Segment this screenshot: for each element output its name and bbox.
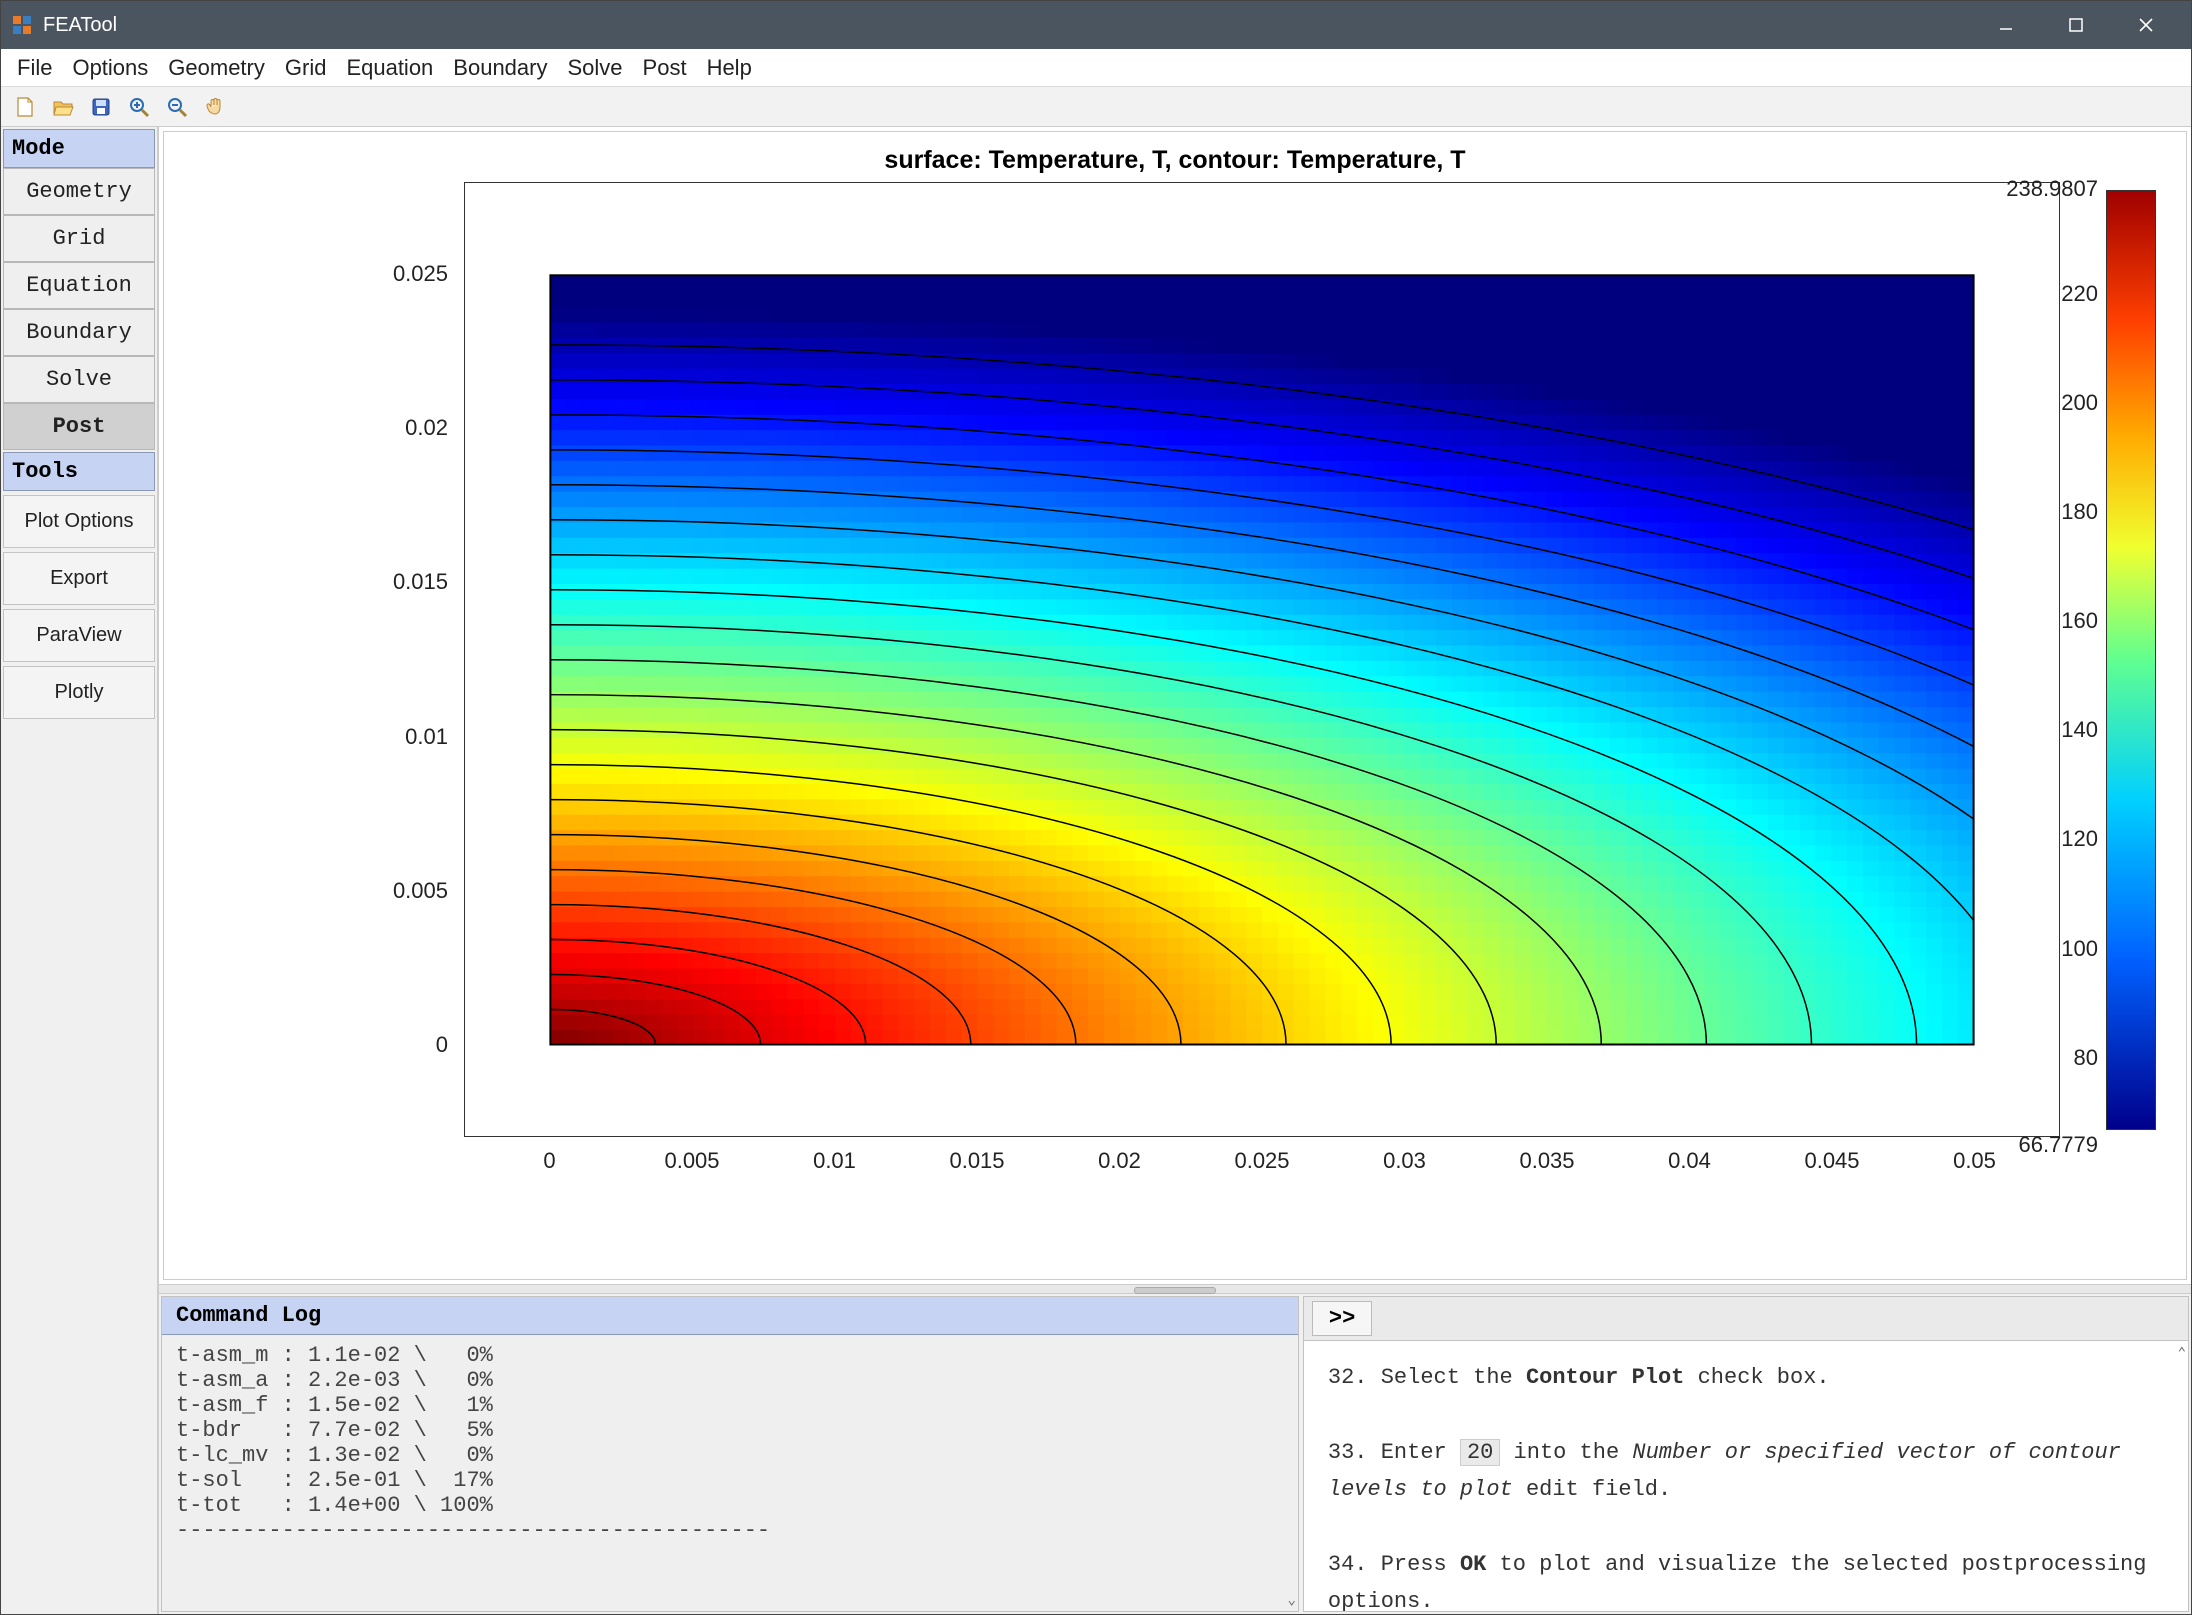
tools-header: Tools [3, 452, 155, 491]
plot-title: surface: Temperature, T, contour: Temper… [164, 146, 2186, 175]
pan-icon[interactable] [197, 91, 233, 123]
colorbar-tick-label: 140 [2061, 717, 2098, 743]
scroll-up-icon[interactable]: ⌃ [2178, 1343, 2186, 1367]
toolbar [1, 87, 2191, 127]
y-axis-labels: 0 0.005 0.01 0.015 0.02 0.025 [344, 182, 454, 1137]
main-area: Mode Geometry Grid Equation Boundary Sol… [1, 127, 2191, 1614]
content-column: surface: Temperature, T, contour: Temper… [159, 127, 2191, 1614]
menu-bar: File Options Geometry Grid Equation Boun… [1, 49, 2191, 87]
help-step-32: 32. Select the Contour Plot check box. [1328, 1359, 2164, 1396]
x-tick-label: 0.015 [949, 1148, 1004, 1174]
x-tick-label: 0.045 [1804, 1148, 1859, 1174]
help-panel: >> ⌃ 32. Select the Contour Plot check b… [1303, 1296, 2189, 1612]
help-step-34: 34. Press OK to plot and visualize the s… [1328, 1546, 2164, 1611]
help-step-33: 33. Enter 20 into the Number or specifie… [1328, 1434, 2164, 1509]
app-icon [11, 14, 33, 36]
y-tick-label: 0.01 [405, 724, 448, 750]
colorbar-tick-label: 80 [2074, 1045, 2098, 1071]
colorbar-max: 238.9807 [2006, 176, 2098, 202]
tool-export[interactable]: Export [3, 552, 155, 605]
colorbar-tick-label: 100 [2061, 936, 2098, 962]
zoom-out-icon[interactable] [159, 91, 195, 123]
menu-grid[interactable]: Grid [275, 51, 337, 85]
open-file-icon[interactable] [45, 91, 81, 123]
x-tick-label: 0.01 [813, 1148, 856, 1174]
x-tick-label: 0.05 [1953, 1148, 1996, 1174]
mode-header: Mode [3, 129, 155, 168]
x-tick-label: 0.02 [1098, 1148, 1141, 1174]
x-axis-labels: 0 0.005 0.01 0.015 0.02 0.025 0.03 0.035 0.04 0.0… [464, 1142, 2060, 1182]
x-tick-label: 0.03 [1383, 1148, 1426, 1174]
menu-file[interactable]: File [7, 51, 62, 85]
x-tick-label: 0.035 [1519, 1148, 1574, 1174]
command-log-panel: Command Log t-asm_m : 1.1e-02 \ 0% t-asm… [161, 1296, 1299, 1612]
tool-plot-options[interactable]: Plot Options [3, 495, 155, 548]
app-title: FEATool [43, 14, 1971, 37]
bottom-panels: Command Log t-asm_m : 1.1e-02 \ 0% t-asm… [159, 1294, 2191, 1614]
y-tick-label: 0.02 [405, 415, 448, 441]
mode-geometry[interactable]: Geometry [3, 168, 155, 215]
y-tick-label: 0.025 [393, 261, 448, 287]
colorbar-tick-label: 200 [2061, 390, 2098, 416]
menu-help[interactable]: Help [697, 51, 762, 85]
x-tick-label: 0.025 [1234, 1148, 1289, 1174]
y-tick-label: 0.015 [393, 569, 448, 595]
mode-boundary[interactable]: Boundary [3, 309, 155, 356]
new-file-icon[interactable] [7, 91, 43, 123]
plot-axes [464, 182, 2060, 1137]
colorbar-tick-label: 220 [2061, 281, 2098, 307]
x-tick-label: 0.04 [1668, 1148, 1711, 1174]
scroll-down-icon[interactable]: ⌄ [1287, 1592, 1295, 1609]
save-icon[interactable] [83, 91, 119, 123]
mode-grid[interactable]: Grid [3, 215, 155, 262]
mode-sidebar: Mode Geometry Grid Equation Boundary Sol… [1, 127, 159, 1614]
colorbar-min: 66.7779 [2018, 1132, 2098, 1158]
mode-solve[interactable]: Solve [3, 356, 155, 403]
zoom-in-icon[interactable] [121, 91, 157, 123]
mode-post[interactable]: Post [3, 403, 155, 450]
close-button[interactable] [2111, 1, 2181, 49]
colorbar-ticks: 80 100 120 140 160 180 200 220 [2018, 190, 2098, 1130]
menu-geometry[interactable]: Geometry [158, 51, 275, 85]
command-log-body[interactable]: t-asm_m : 1.1e-02 \ 0% t-asm_a : 2.2e-03… [162, 1335, 1298, 1611]
menu-boundary[interactable]: Boundary [443, 51, 557, 85]
help-header: >> [1304, 1297, 2188, 1341]
help-toggle-button[interactable]: >> [1312, 1301, 1372, 1336]
tool-plotly[interactable]: Plotly [3, 666, 155, 719]
y-tick-label: 0.005 [393, 878, 448, 904]
colorbar-tick-label: 180 [2061, 499, 2098, 525]
menu-equation[interactable]: Equation [336, 51, 443, 85]
title-bar: FEATool [1, 1, 2191, 49]
menu-solve[interactable]: Solve [557, 51, 632, 85]
plot-area[interactable]: surface: Temperature, T, contour: Temper… [163, 131, 2187, 1280]
app-window: FEATool File Options Geometry Grid Equat… [0, 0, 2192, 1615]
colorbar-tick-label: 120 [2061, 826, 2098, 852]
colorbar [2106, 190, 2156, 1130]
colorbar-tick-label: 160 [2061, 608, 2098, 634]
command-log-header: Command Log [162, 1297, 1298, 1335]
horizontal-splitter[interactable] [159, 1284, 2191, 1294]
tool-paraview[interactable]: ParaView [3, 609, 155, 662]
menu-options[interactable]: Options [62, 51, 158, 85]
menu-post[interactable]: Post [633, 51, 697, 85]
mode-equation[interactable]: Equation [3, 262, 155, 309]
x-tick-label: 0.005 [664, 1148, 719, 1174]
x-tick-label: 0 [543, 1148, 555, 1174]
y-tick-label: 0 [436, 1032, 448, 1058]
help-body[interactable]: ⌃ 32. Select the Contour Plot check box.… [1304, 1341, 2188, 1611]
plot-surface [465, 183, 2059, 1137]
minimize-button[interactable] [1971, 1, 2041, 49]
maximize-button[interactable] [2041, 1, 2111, 49]
